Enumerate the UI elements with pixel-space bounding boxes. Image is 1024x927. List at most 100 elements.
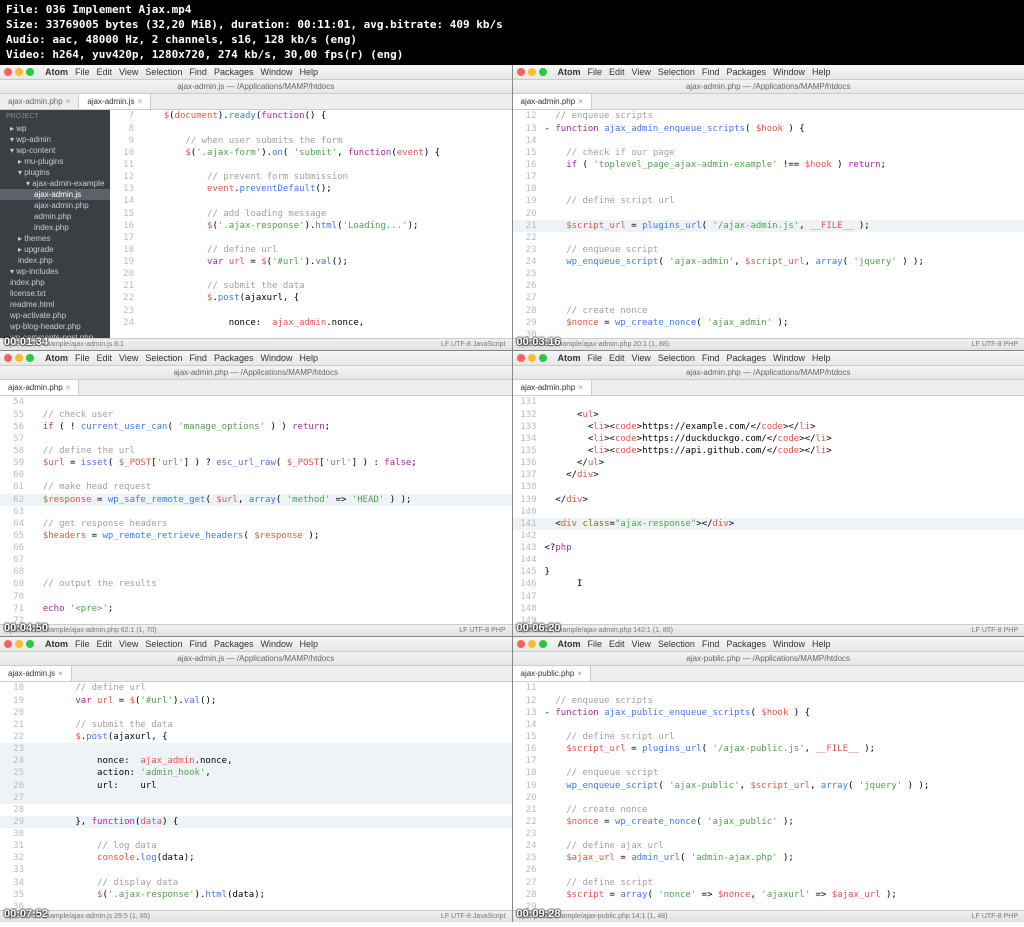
y-dot-icon[interactable]	[15, 354, 23, 362]
menu-item[interactable]: Atom	[558, 353, 581, 363]
code-line[interactable]: 54	[0, 396, 512, 408]
code-text[interactable]: if ( ! current_user_can( 'manage_options…	[32, 421, 512, 433]
code-text[interactable]: // get response headers	[32, 518, 512, 530]
code-line[interactable]: 31 // log data	[0, 840, 512, 852]
g-dot-icon[interactable]	[26, 640, 34, 648]
tree-item[interactable]: ▸ themes	[0, 233, 110, 244]
code-line[interactable]: 14	[513, 135, 1024, 147]
code-text[interactable]	[545, 396, 1024, 408]
code-text[interactable]	[545, 755, 1024, 767]
code-line[interactable]: 62 $response = wp_safe_remote_get( $url,…	[0, 494, 512, 506]
y-dot-icon[interactable]	[15, 68, 23, 76]
code-text[interactable]	[545, 554, 1024, 566]
tab[interactable]: ajax-admin.php×	[513, 94, 592, 109]
code-line[interactable]: 12 // enqueue scripts	[513, 110, 1024, 122]
tree-item[interactable]: ▸ upgrade	[0, 244, 110, 255]
code-line[interactable]: 139 </div>	[513, 494, 1024, 506]
r-dot-icon[interactable]	[517, 640, 525, 648]
code-editor[interactable]: 1112 // enqueue scripts13- function ajax…	[513, 682, 1024, 910]
window-controls[interactable]	[517, 640, 547, 648]
code-line[interactable]: 15 // add loading message	[110, 208, 512, 220]
code-line[interactable]: 36	[0, 901, 512, 910]
code-text[interactable]: var url = $('#url').val();	[32, 695, 512, 707]
r-dot-icon[interactable]	[4, 640, 12, 648]
code-line[interactable]: 132 <ul>	[513, 409, 1024, 421]
tree-item[interactable]: ▸ wp	[0, 123, 110, 134]
menu-item[interactable]: View	[119, 353, 138, 363]
menu-item[interactable]: Atom	[558, 639, 581, 649]
menu-item[interactable]: Edit	[609, 639, 625, 649]
code-text[interactable]: <li><code>https://example.com/</code></l…	[545, 421, 1024, 433]
code-text[interactable]: // output the results	[32, 578, 512, 590]
code-text[interactable]: <li><code>https://api.github.com/</code>…	[545, 445, 1024, 457]
code-text[interactable]: // enqueue script	[545, 767, 1024, 779]
code-line[interactable]: 9 // when user submits the form	[110, 135, 512, 147]
code-text[interactable]: $script = array( 'nonce' => $nonce, 'aja…	[545, 889, 1024, 901]
code-text[interactable]	[32, 396, 512, 408]
code-line[interactable]: 11	[513, 682, 1024, 694]
menu-item[interactable]: Help	[812, 67, 831, 77]
code-line[interactable]: 16 $script_url = plugins_url( '/ajax-pub…	[513, 743, 1024, 755]
code-line[interactable]: 142	[513, 530, 1024, 542]
code-text[interactable]	[545, 792, 1024, 804]
code-text[interactable]: // define script url	[545, 195, 1024, 207]
code-text[interactable]: wp_enqueue_script( 'ajax-public', $scrip…	[545, 780, 1024, 792]
code-text[interactable]: // log data	[32, 840, 512, 852]
g-dot-icon[interactable]	[539, 354, 547, 362]
code-line[interactable]: 15 // define script url	[513, 731, 1024, 743]
tab[interactable]: ajax-admin.php×	[0, 380, 79, 395]
code-text[interactable]	[545, 901, 1024, 910]
code-line[interactable]: 16 $('.ajax-response').html('Loading...'…	[110, 220, 512, 232]
code-line[interactable]: 24 // define ajax url	[513, 840, 1024, 852]
code-text[interactable]	[32, 707, 512, 719]
menu-item[interactable]: Window	[773, 639, 805, 649]
code-text[interactable]	[545, 719, 1024, 731]
tree-item[interactable]: admin.php	[0, 211, 110, 222]
menu-item[interactable]: Window	[260, 639, 292, 649]
code-line[interactable]: 19 var url = $('#url').val();	[0, 695, 512, 707]
code-line[interactable]: 14	[513, 719, 1024, 731]
tree-item[interactable]: ▾ wp-admin	[0, 134, 110, 145]
y-dot-icon[interactable]	[528, 640, 536, 648]
code-text[interactable]: // submit the data	[142, 280, 512, 292]
tree-item[interactable]: ▾ plugins	[0, 167, 110, 178]
r-dot-icon[interactable]	[517, 68, 525, 76]
code-text[interactable]: // define url	[142, 244, 512, 256]
close-icon[interactable]: ×	[138, 97, 143, 106]
menu-item[interactable]: Packages	[726, 67, 766, 77]
menu-item[interactable]: View	[632, 639, 651, 649]
menu-item[interactable]: Window	[773, 67, 805, 77]
code-text[interactable]	[545, 591, 1024, 603]
y-dot-icon[interactable]	[528, 68, 536, 76]
code-text[interactable]: console.log(data);	[32, 852, 512, 864]
menu-item[interactable]: Packages	[214, 67, 254, 77]
code-text[interactable]: // enqueue scripts	[545, 110, 1024, 122]
code-line[interactable]: 140	[513, 506, 1024, 518]
window-controls[interactable]	[4, 354, 34, 362]
menu-item[interactable]: Window	[773, 353, 805, 363]
menu-item[interactable]: Packages	[214, 353, 254, 363]
code-text[interactable]	[32, 554, 512, 566]
code-text[interactable]: $url = isset( $_POST['url'] ) ? esc_url_…	[32, 457, 512, 469]
code-text[interactable]	[545, 292, 1024, 304]
code-line[interactable]: 22	[513, 232, 1024, 244]
code-line[interactable]: 20	[110, 268, 512, 280]
menu-item[interactable]: Selection	[658, 67, 695, 77]
code-line[interactable]: 19 var url = $('#url').val();	[110, 256, 512, 268]
code-line[interactable]: 18 // enqueue script	[513, 767, 1024, 779]
code-text[interactable]: // enqueue scripts	[545, 695, 1024, 707]
tree-item[interactable]: index.php	[0, 277, 110, 288]
menu-item[interactable]: Atom	[45, 639, 68, 649]
code-text[interactable]	[545, 506, 1024, 518]
y-dot-icon[interactable]	[15, 640, 23, 648]
code-line[interactable]: 15 // check if our page	[513, 147, 1024, 159]
code-line[interactable]: 10 $('.ajax-form').on( 'submit', functio…	[110, 147, 512, 159]
code-text[interactable]	[142, 123, 512, 135]
code-line[interactable]: 21 // create nonce	[513, 804, 1024, 816]
code-text[interactable]	[545, 183, 1024, 195]
code-text[interactable]	[142, 232, 512, 244]
code-line[interactable]: 24 nonce: ajax_admin.nonce,	[110, 317, 512, 329]
code-line[interactable]: 23	[0, 743, 512, 755]
code-text[interactable]: $.post(ajaxurl, {	[32, 731, 512, 743]
tab[interactable]: ajax-admin.php×	[513, 380, 592, 395]
